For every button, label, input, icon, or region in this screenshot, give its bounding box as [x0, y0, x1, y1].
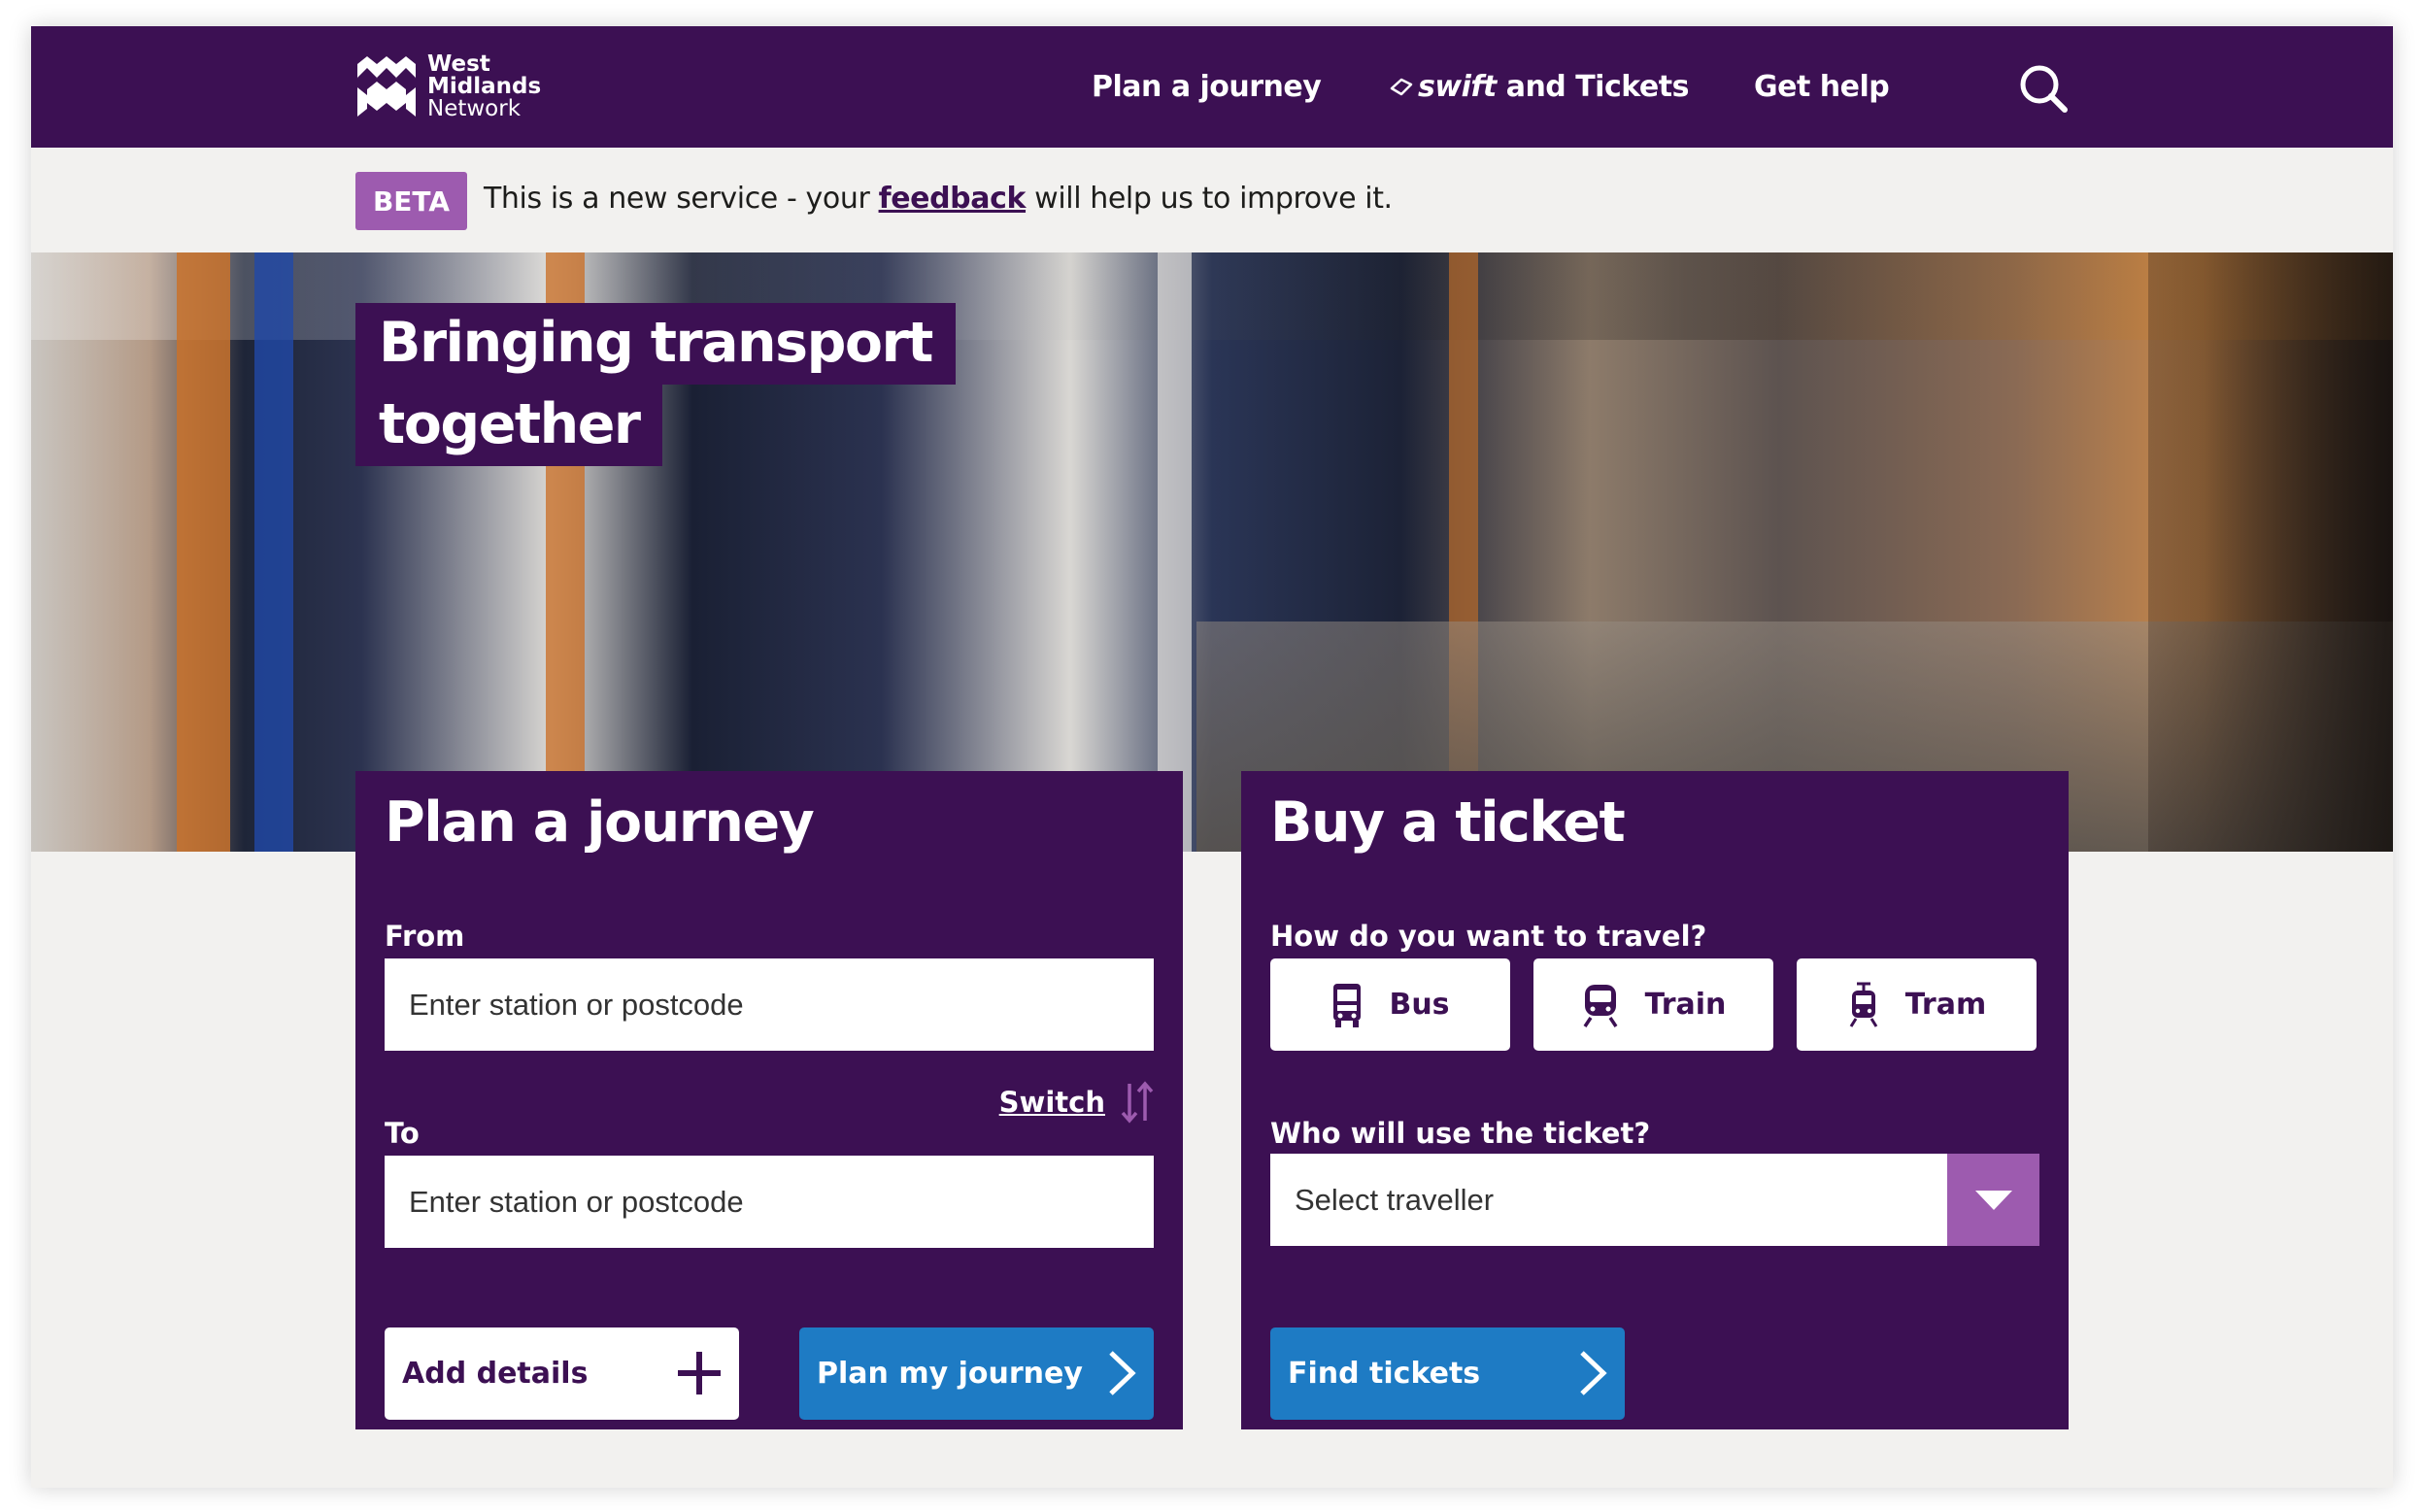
mode-tram-label: Tram: [1904, 988, 1987, 1022]
chevron-right-icon: [1580, 1351, 1607, 1395]
add-details-label: Add details: [402, 1357, 589, 1391]
mode-tram-button[interactable]: Tram: [1797, 958, 2037, 1051]
to-input[interactable]: Enter station or postcode: [385, 1156, 1154, 1248]
browser-page: West Midlands Network Plan a journey swi…: [31, 26, 2393, 1488]
mode-train-button[interactable]: Train: [1533, 958, 1773, 1051]
switch-button[interactable]: Switch: [999, 1080, 1154, 1125]
plan-my-journey-button[interactable]: Plan my journey: [799, 1327, 1154, 1420]
from-label: From: [385, 920, 465, 953]
switch-label: Switch: [998, 1086, 1105, 1119]
beta-text-after: will help us to improve it.: [1026, 182, 1393, 216]
traveller-selected: Select traveller: [1295, 1182, 1495, 1217]
find-tickets-button[interactable]: Find tickets: [1270, 1327, 1625, 1420]
mode-bus-button[interactable]: Bus: [1270, 958, 1510, 1051]
beta-message: This is a new service - your feedback wi…: [484, 182, 1393, 216]
plan-my-journey-label: Plan my journey: [817, 1357, 1083, 1391]
feedback-link[interactable]: feedback: [879, 182, 1027, 216]
mode-train-label: Train: [1644, 988, 1727, 1022]
switch-arrows-icon: [1121, 1081, 1154, 1124]
from-input[interactable]: Enter station or postcode: [385, 958, 1154, 1051]
bus-icon: [1333, 983, 1362, 1027]
buy-ticket-card: Buy a ticket How do you want to travel? …: [1241, 771, 2069, 1429]
nav-get-help[interactable]: Get help: [1754, 26, 1890, 148]
plan-journey-card: Plan a journey From Enter station or pos…: [355, 771, 1183, 1429]
search-button[interactable]: [2018, 63, 2069, 114]
plus-icon: [678, 1352, 721, 1394]
find-tickets-label: Find tickets: [1288, 1357, 1481, 1391]
plan-journey-title: Plan a journey: [385, 790, 815, 855]
beta-text-before: This is a new service - your: [484, 182, 879, 216]
logo-line-west: West: [427, 50, 490, 77]
chevron-down-icon: [1974, 1190, 2012, 1210]
hero-title-line1: Bringing transport: [355, 303, 956, 385]
traveller-select[interactable]: Select traveller: [1270, 1154, 2039, 1246]
wmn-logo-icon: [357, 56, 416, 117]
nav-plan-journey[interactable]: Plan a journey: [1092, 26, 1322, 148]
nav-swift-rest: and Tickets: [1496, 70, 1690, 104]
nav-swift-brand: swift: [1418, 70, 1497, 104]
logo-wordmark: West Midlands Network: [427, 50, 542, 121]
tram-icon: [1849, 982, 1878, 1027]
add-details-button[interactable]: Add details: [385, 1327, 739, 1420]
logo-line-midlands: Midlands: [427, 73, 542, 99]
to-label: To: [385, 1117, 420, 1150]
chevron-right-icon: [1109, 1351, 1136, 1395]
hero-title: Bringing transport together: [355, 303, 956, 466]
buy-ticket-title: Buy a ticket: [1270, 790, 1626, 855]
mode-bus-label: Bus: [1389, 988, 1450, 1022]
nav-swift-tickets[interactable]: swift and Tickets: [1389, 26, 1689, 148]
wmn-logo[interactable]: West Midlands Network: [355, 52, 541, 120]
traveller-question: Who will use the ticket?: [1270, 1117, 1651, 1150]
search-icon: [2020, 65, 2068, 113]
train-icon: [1583, 984, 1618, 1027]
travel-question: How do you want to travel?: [1270, 920, 1707, 953]
hero-title-line2: together: [355, 385, 663, 466]
dropdown-toggle[interactable]: [1947, 1154, 2039, 1246]
beta-badge: BETA: [355, 172, 467, 230]
logo-line-network: Network: [427, 95, 522, 121]
swift-icon: [1390, 78, 1413, 95]
site-header: West Midlands Network Plan a journey swi…: [31, 26, 2393, 148]
